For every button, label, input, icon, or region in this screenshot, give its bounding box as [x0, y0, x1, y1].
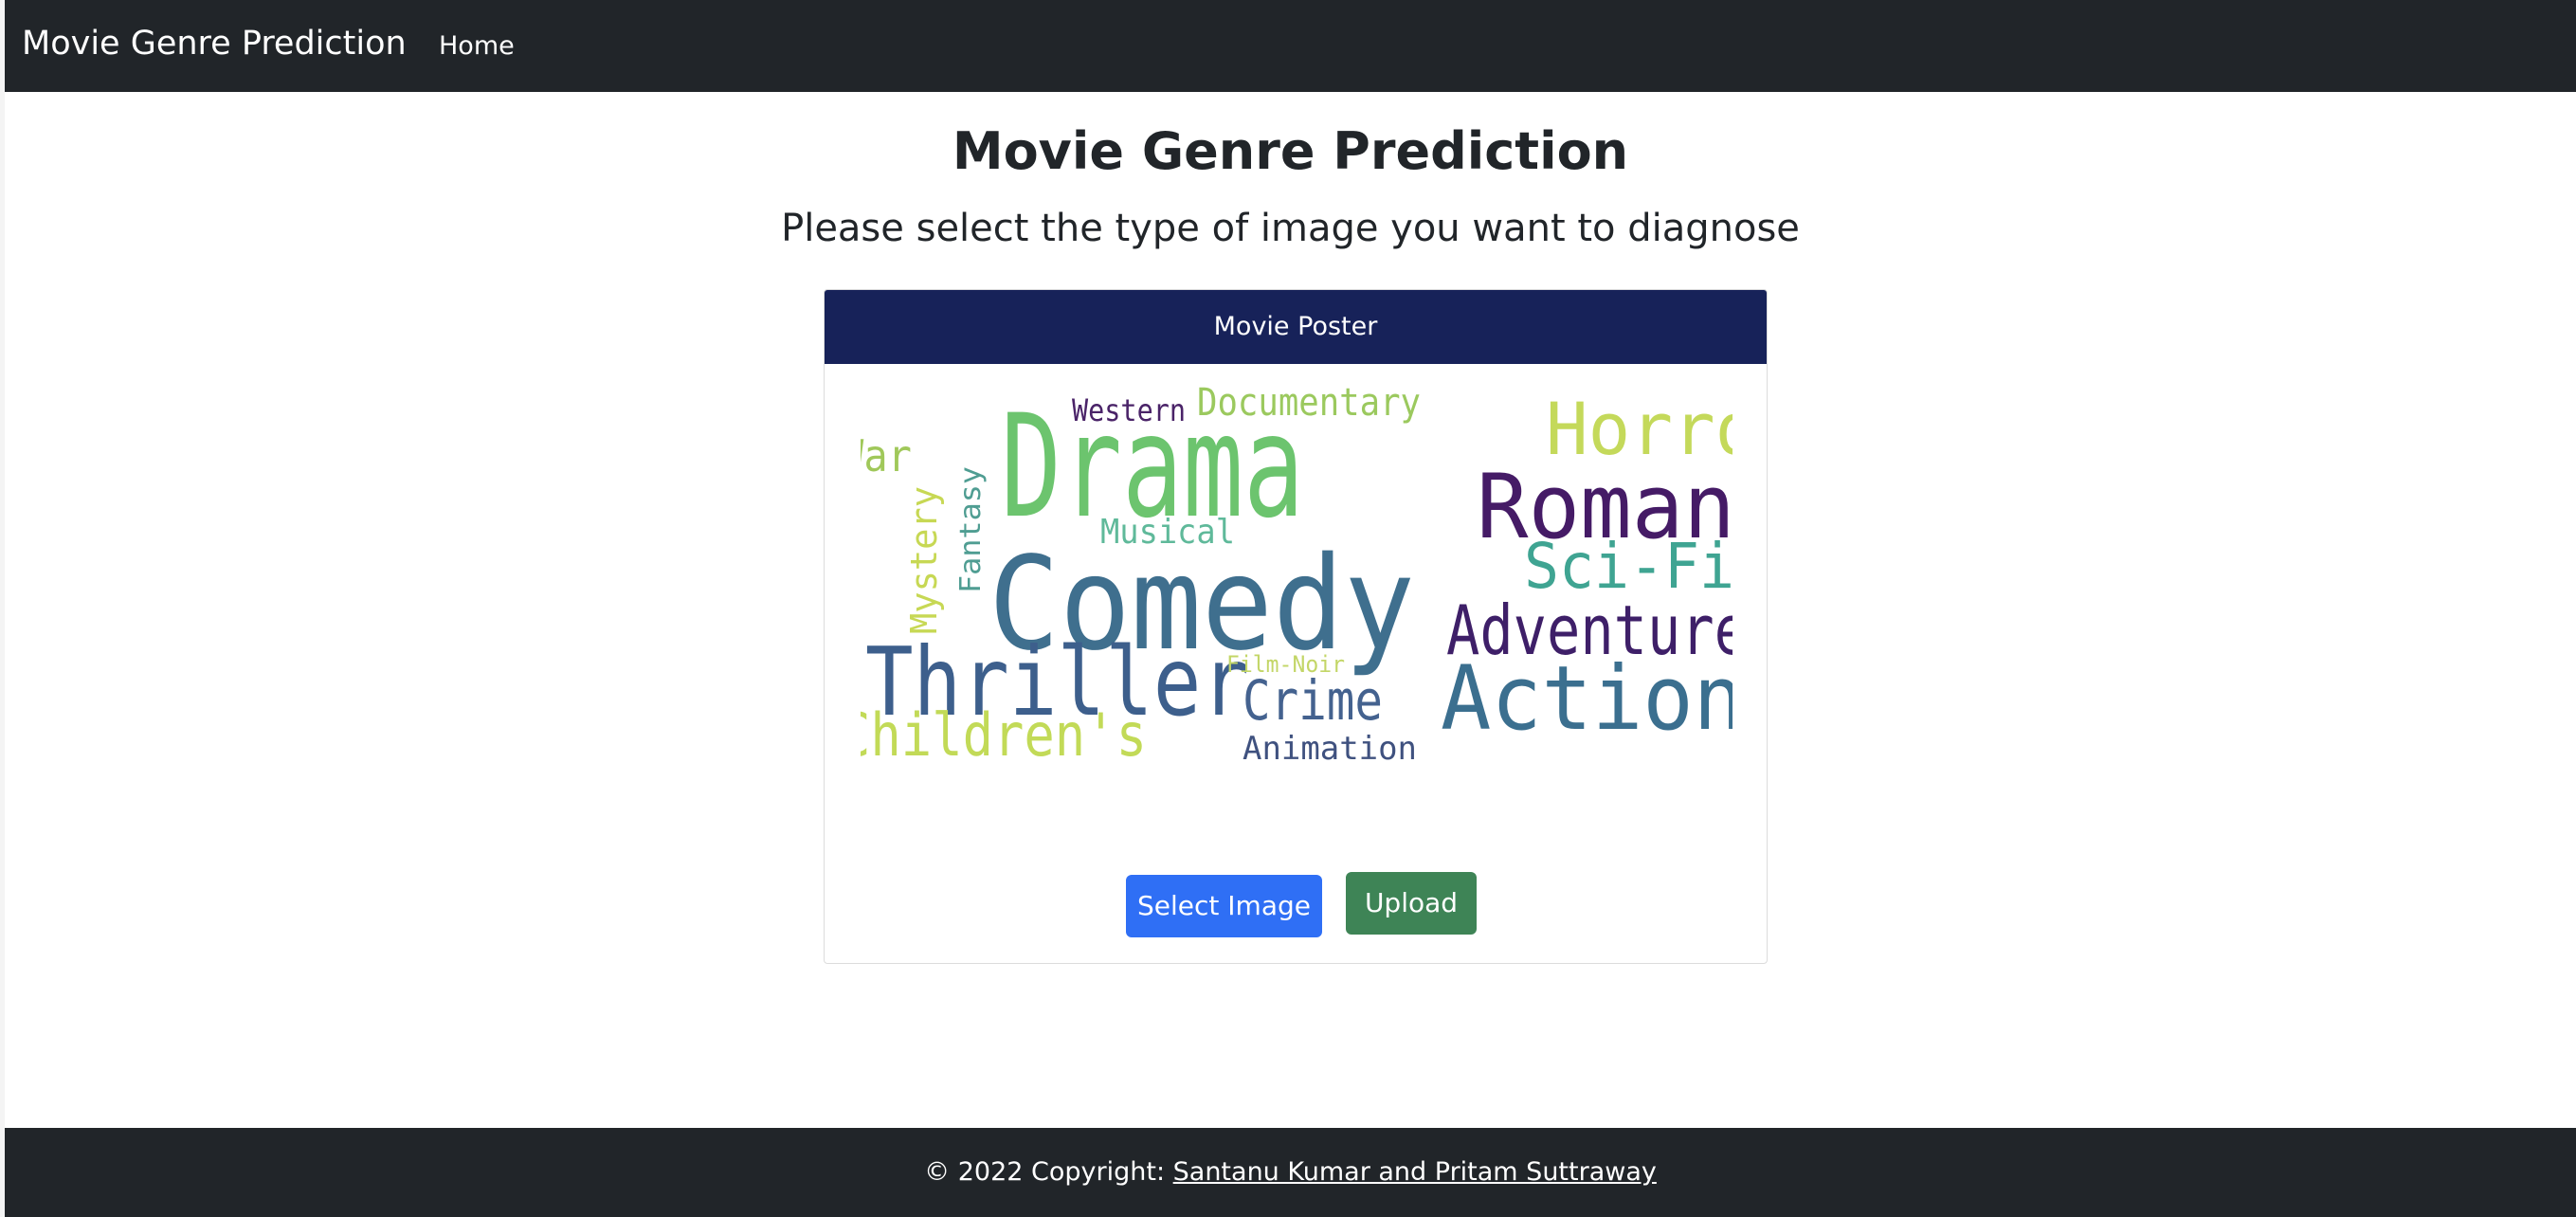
- word-war: War: [861, 430, 912, 481]
- page-title: Movie Genre Prediction: [952, 121, 1629, 181]
- footer-authors-link[interactable]: Santanu Kumar and Pritam Suttraway: [1173, 1157, 1657, 1187]
- word-childrens: Children's: [861, 700, 1147, 770]
- word-crime: Crime: [1243, 668, 1383, 733]
- word-documentary: Documentary: [1197, 381, 1421, 425]
- upload-button[interactable]: Upload: [1346, 872, 1477, 935]
- word-mystery: Mystery: [903, 486, 945, 634]
- word-scifi: Sci-Fi: [1524, 530, 1732, 603]
- navbar: Movie Genre Prediction Home: [5, 0, 2576, 92]
- word-musical: Musical: [1100, 513, 1235, 552]
- word-fantasy: Fantasy: [954, 466, 988, 593]
- footer-copyright: © 2022 Copyright:: [924, 1157, 1173, 1187]
- select-image-button[interactable]: Select Image: [1126, 875, 1322, 937]
- navbar-brand[interactable]: Movie Genre Prediction: [22, 25, 407, 63]
- word-western: Western: [1072, 392, 1186, 428]
- word-film-noir: Film-Noir: [1226, 651, 1345, 678]
- footer: © 2022 Copyright: Santanu Kumar and Prit…: [5, 1128, 2576, 1217]
- wordcloud-image: Drama Comedy Horror Romance Thriller Act…: [861, 364, 1732, 781]
- card-header: Movie Poster: [825, 290, 1767, 364]
- movie-poster-card: Movie Poster Drama Comedy Horror Romance…: [824, 289, 1768, 964]
- nav-link-home[interactable]: Home: [439, 31, 515, 61]
- word-animation: Animation: [1243, 730, 1417, 768]
- page-subtitle: Please select the type of image you want…: [781, 207, 1800, 250]
- page: Movie Genre Prediction Home Movie Genre …: [5, 0, 2576, 1217]
